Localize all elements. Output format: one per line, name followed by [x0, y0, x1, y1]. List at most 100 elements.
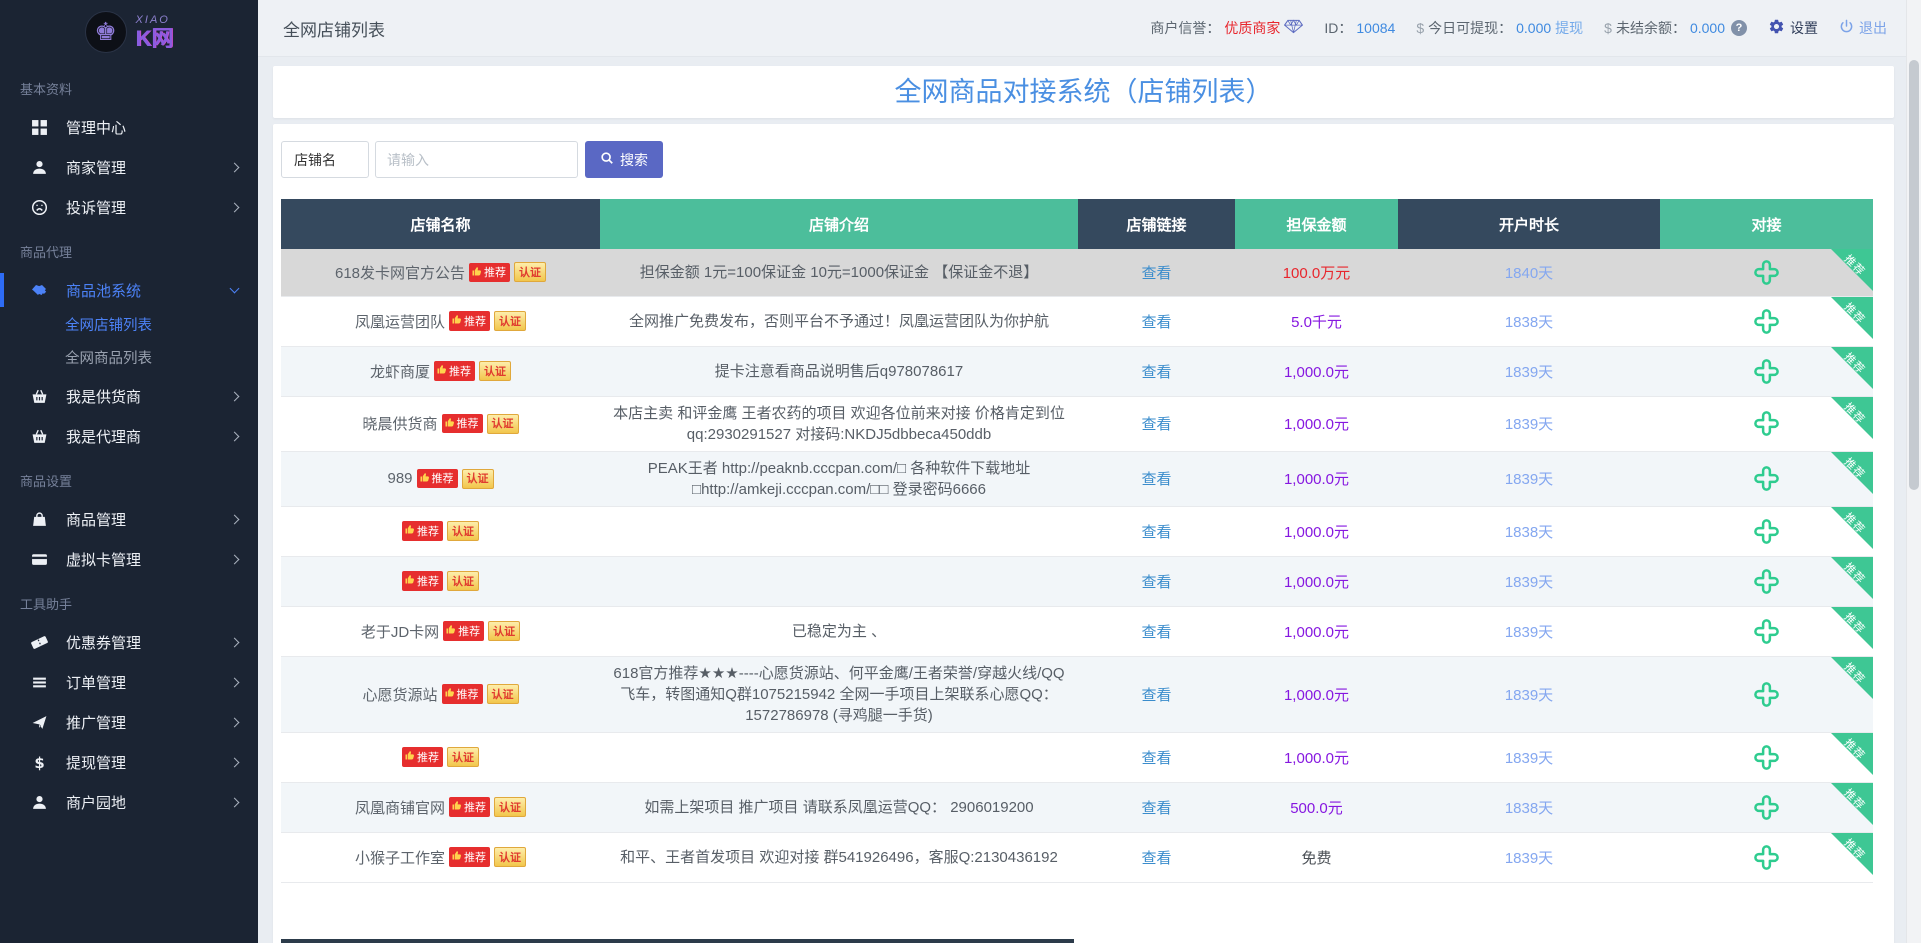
shop-name: 凤凰运营团队: [355, 311, 445, 332]
shop-name-cell: 凤凰运营团队推荐认证: [281, 296, 600, 346]
sidebar-item[interactable]: 商户园地: [0, 782, 258, 822]
sidebar-item[interactable]: 优惠券管理: [0, 622, 258, 662]
shop-intro: 全网推广免费发布，否则平台不予通过！凤凰运营团队为你护航: [600, 296, 1078, 346]
view-shop-link[interactable]: 查看: [1141, 314, 1171, 331]
account-age[interactable]: 1839天: [1505, 416, 1553, 433]
search-input[interactable]: [375, 141, 578, 178]
account-age[interactable]: 1840天: [1505, 265, 1553, 282]
view-shop-link[interactable]: 查看: [1141, 471, 1171, 488]
shop-name-cell: 推荐认证: [281, 556, 600, 606]
account-age[interactable]: 1838天: [1505, 524, 1553, 541]
chevron-right-icon: [230, 202, 240, 212]
view-shop-link[interactable]: 查看: [1141, 416, 1171, 433]
table-row[interactable]: 心愿货源站推荐认证618官方推荐★★★----心愿货源站、何平金鹰/王者荣誉/穿…: [281, 656, 1873, 732]
thumb-up-icon: [452, 850, 462, 863]
connect-plus-icon[interactable]: [1753, 568, 1780, 595]
table-row[interactable]: 989推荐认证PEAK王者 http://peaknb.cccpan.com/□…: [281, 451, 1873, 506]
table-row[interactable]: 凤凰商铺官网推荐认证如需上架项目 推广项目 请联系凤凰运营QQ： 2906019…: [281, 782, 1873, 832]
recommend-badge: 推荐: [443, 621, 484, 641]
sidebar-item[interactable]: $ 提现管理: [0, 742, 258, 782]
sidebar-subitem[interactable]: 全网商品列表: [0, 343, 258, 376]
connect-plus-icon[interactable]: [1753, 308, 1780, 335]
connect-plus-icon[interactable]: [1753, 681, 1780, 708]
view-shop-link[interactable]: 查看: [1141, 750, 1171, 767]
view-shop-link[interactable]: 查看: [1141, 265, 1171, 282]
view-shop-link[interactable]: 查看: [1141, 574, 1171, 591]
nav-section-label: 工具助手: [0, 579, 258, 622]
connect-plus-icon[interactable]: [1753, 465, 1780, 492]
sidebar-item[interactable]: 投诉管理: [0, 187, 258, 227]
recommend-badge: 推荐: [449, 311, 490, 331]
sidebar-item[interactable]: 商家管理: [0, 147, 258, 187]
account-age[interactable]: 1839天: [1505, 750, 1553, 767]
sidebar-subitem[interactable]: 全网店铺列表: [0, 310, 258, 343]
table-row[interactable]: 晓晨供货商推荐认证本店主卖 和评金鹰 王者农药的项目 欢迎各位前来对接 价格肯定…: [281, 396, 1873, 451]
verified-badge: 认证: [494, 847, 526, 867]
recommend-ribbon: 推荐: [1831, 249, 1873, 291]
verified-badge: 认证: [494, 311, 526, 331]
account-age[interactable]: 1839天: [1505, 574, 1553, 591]
table-row[interactable]: 小猴子工作室推荐认证和平、王者首发项目 欢迎对接 群541926496，客服Q:…: [281, 832, 1873, 882]
sidebar-item[interactable]: 推广管理: [0, 702, 258, 742]
account-age[interactable]: 1838天: [1505, 314, 1553, 331]
svg-text:$: $: [34, 754, 44, 771]
logout-label: 退出: [1859, 18, 1887, 38]
guarantee-amount: 100.0万元: [1283, 265, 1351, 282]
nav-section-label: 基本资料: [0, 64, 258, 107]
account-age[interactable]: 1839天: [1505, 850, 1553, 867]
thumb-up-icon: [437, 364, 447, 377]
sidebar-item[interactable]: 管理中心: [0, 107, 258, 147]
chevron-right-icon: [230, 554, 240, 564]
sidebar-item[interactable]: 我是代理商: [0, 416, 258, 456]
table-row[interactable]: 推荐认证查看1,000.0元1838天推荐: [281, 506, 1873, 556]
table-row[interactable]: 老于JD卡网推荐认证已稳定为主 、查看1,000.0元1839天推荐: [281, 606, 1873, 656]
scrollbar[interactable]: [1906, 0, 1921, 943]
thumb-up-icon: [420, 472, 430, 485]
account-age[interactable]: 1838天: [1505, 800, 1553, 817]
view-shop-link[interactable]: 查看: [1141, 524, 1171, 541]
sidebar-item[interactable]: 虚拟卡管理: [0, 539, 258, 579]
sidebar-item[interactable]: 我是供货商: [0, 376, 258, 416]
scrollbar-thumb[interactable]: [1909, 60, 1919, 490]
logout-button[interactable]: 退出: [1839, 18, 1887, 38]
table-row[interactable]: 推荐认证查看1,000.0元1839天推荐: [281, 732, 1873, 782]
connect-plus-icon[interactable]: [1753, 794, 1780, 821]
recommend-badge: 推荐: [434, 361, 475, 381]
verified-badge: 认证: [447, 747, 479, 767]
sidebar-item[interactable]: 订单管理: [0, 662, 258, 702]
connect-plus-icon[interactable]: [1753, 358, 1780, 385]
search-type-select[interactable]: 店铺名: [281, 141, 369, 178]
sidebar-item[interactable]: 商品池系统: [0, 270, 258, 310]
merchant-credit-label: 商户信誉：: [1150, 18, 1220, 38]
view-shop-link[interactable]: 查看: [1141, 687, 1171, 704]
settings-button[interactable]: 设置: [1768, 18, 1818, 38]
table-row[interactable]: 龙虾商厦推荐认证提卡注意看商品说明售后q978078617查看1,000.0元1…: [281, 346, 1873, 396]
table-row[interactable]: 凤凰运营团队推荐认证全网推广免费发布，否则平台不予通过！凤凰运营团队为你护航查看…: [281, 296, 1873, 346]
view-shop-link[interactable]: 查看: [1141, 364, 1171, 381]
sidebar-item-label: 提现管理: [66, 752, 126, 773]
sidebar-item-label: 商户园地: [66, 792, 126, 813]
user-icon: [30, 794, 49, 811]
sidebar-item[interactable]: 商品管理: [0, 499, 258, 539]
account-age[interactable]: 1839天: [1505, 624, 1553, 641]
table-row[interactable]: 618发卡网官方公告推荐认证担保金额 1元=100保证金 10元=1000保证金…: [281, 249, 1873, 296]
help-icon[interactable]: ?: [1731, 20, 1747, 36]
account-age[interactable]: 1839天: [1505, 364, 1553, 381]
account-age[interactable]: 1839天: [1505, 471, 1553, 488]
connect-plus-icon[interactable]: [1753, 259, 1780, 286]
connect-plus-icon[interactable]: [1753, 618, 1780, 645]
table-row[interactable]: 推荐认证查看1,000.0元1839天推荐: [281, 556, 1873, 606]
verified-badge: 认证: [487, 414, 519, 434]
connect-plus-icon[interactable]: [1753, 518, 1780, 545]
bottom-clipped-element: [281, 939, 1074, 943]
connect-plus-icon[interactable]: [1753, 410, 1780, 437]
connect-plus-icon[interactable]: [1753, 844, 1780, 871]
view-shop-link[interactable]: 查看: [1141, 850, 1171, 867]
account-age[interactable]: 1839天: [1505, 687, 1553, 704]
connect-plus-icon[interactable]: [1753, 744, 1780, 771]
thumb-up-icon: [445, 687, 455, 700]
view-shop-link[interactable]: 查看: [1141, 800, 1171, 817]
search-button[interactable]: 搜索: [585, 141, 663, 178]
view-shop-link[interactable]: 查看: [1141, 624, 1171, 641]
withdraw-link[interactable]: 提现: [1555, 18, 1583, 38]
